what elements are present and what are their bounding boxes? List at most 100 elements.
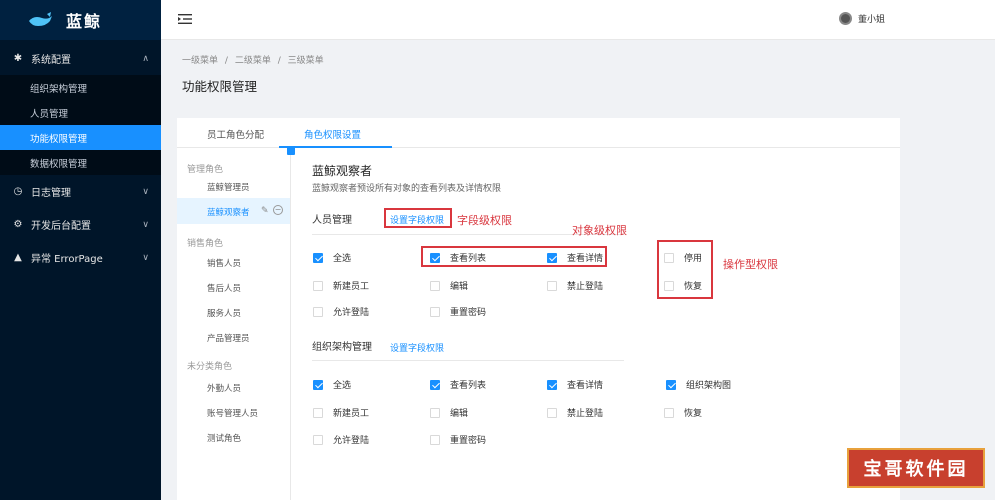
chevron-down-icon: ∨ — [142, 219, 149, 230]
perm-label: 编辑 — [450, 282, 469, 292]
breadcrumb-item[interactable]: 一级菜单 — [182, 56, 218, 66]
annotation-operation-level: 操作型权限 — [723, 258, 778, 271]
perm-restore[interactable]: 恢复 — [664, 406, 702, 419]
sidebar-item-org[interactable]: 组织架构管理 — [0, 75, 161, 100]
role-item[interactable]: 售后人员 — [207, 282, 241, 294]
role-item[interactable]: 服务人员 — [207, 307, 241, 319]
checkbox[interactable] — [430, 434, 440, 445]
avatar — [838, 12, 852, 25]
checkbox[interactable] — [313, 407, 323, 418]
top-header: 董小姐 — [161, 0, 995, 40]
perm-label: 新建员工 — [333, 282, 370, 292]
checkbox[interactable] — [313, 306, 323, 317]
role-item[interactable]: 账号管理人员 — [207, 407, 258, 419]
perm-new-employee[interactable]: 新建员工 — [313, 406, 369, 419]
sidebar-item-data-permission[interactable]: 数据权限管理 — [0, 150, 161, 175]
sidebar-item-function-permission[interactable]: 功能权限管理 — [0, 125, 161, 150]
breadcrumb-item[interactable]: 二级菜单 — [235, 56, 271, 66]
perm-view-list[interactable]: 查看列表 — [430, 378, 486, 391]
perm-edit[interactable]: 编辑 — [430, 279, 468, 292]
clock-icon: ◷ — [13, 186, 23, 197]
role-item[interactable]: 蓝鲸管理员 — [207, 181, 250, 193]
checkbox[interactable] — [430, 407, 440, 418]
username: 董小姐 — [857, 15, 885, 25]
perm-forbid-login[interactable]: 禁止登陆 — [547, 279, 603, 292]
annotation-box-operation — [657, 240, 713, 299]
checkbox-checked[interactable] — [547, 379, 557, 390]
role-category: 管理角色 — [187, 165, 224, 175]
perm-label: 组织架构图 — [686, 381, 732, 391]
perm-allow-login[interactable]: 允许登陆 — [313, 305, 369, 318]
perm-label: 全选 — [333, 254, 352, 264]
checkbox[interactable] — [313, 280, 323, 291]
sidebar: 蓝鲸 ✱ 系统配置 ∧ 组织架构管理 人员管理 功能权限管理 数据权限管理 ◷ … — [0, 0, 161, 500]
remove-icon[interactable]: − — [273, 205, 283, 215]
checkbox[interactable] — [664, 407, 674, 418]
checkbox-checked[interactable] — [313, 379, 323, 390]
role-item[interactable]: 销售人员 — [207, 257, 241, 269]
checkbox-checked[interactable] — [666, 379, 676, 390]
role-item-selected[interactable]: 蓝鲸观察者 ✎ − — [177, 198, 290, 224]
checkbox-checked[interactable] — [430, 379, 440, 390]
breadcrumb: 一级菜单 / 二级菜单 / 三级菜单 — [182, 53, 328, 66]
role-item[interactable]: 产品管理员 — [207, 332, 250, 344]
perm-reset-password[interactable]: 重置密码 — [430, 305, 486, 318]
perm-new-employee[interactable]: 新建员工 — [313, 279, 369, 292]
perm-label: 查看详情 — [567, 381, 604, 391]
perm-org-chart[interactable]: 组织架构图 — [666, 378, 731, 391]
tab-employee-role[interactable]: 员工角色分配 — [207, 127, 264, 141]
perm-allow-login[interactable]: 允许登陆 — [313, 433, 369, 446]
menu-dev-config[interactable]: ⚙ 开发后台配置 ∨ — [0, 208, 161, 241]
sidebar-item-label: 组织架构管理 — [30, 83, 88, 95]
breadcrumb-separator: / — [224, 56, 228, 66]
checkbox[interactable] — [430, 280, 440, 291]
perm-label: 允许登陆 — [333, 308, 370, 318]
perm-select-all[interactable]: 全选 — [313, 251, 351, 264]
checkbox[interactable] — [430, 306, 440, 317]
perm-select-all[interactable]: 全选 — [313, 378, 351, 391]
checkbox[interactable] — [547, 280, 557, 291]
tab-role-permission[interactable]: 角色权限设置 — [304, 127, 361, 141]
menu-label: 日志管理 — [31, 188, 71, 199]
edit-icon[interactable]: ✎ — [261, 206, 269, 216]
role-category: 未分类角色 — [187, 362, 233, 372]
sidebar-item-personnel[interactable]: 人员管理 — [0, 100, 161, 125]
role-description: 蓝鲸观察者预设所有对象的查看列表及详情权限 — [312, 184, 502, 194]
user-menu[interactable]: 董小姐 — [838, 12, 885, 25]
warning-icon: ▲ — [14, 252, 22, 263]
role-item[interactable]: 外勤人员 — [207, 382, 241, 394]
menu-log-management[interactable]: ◷ 日志管理 ∨ — [0, 175, 161, 208]
role-item-label: 蓝鲸观察者 — [207, 208, 250, 218]
content-card: 员工角色分配 角色权限设置 管理角色 蓝鲸管理员 蓝鲸观察者 ✎ − 销售角色 … — [177, 118, 900, 500]
chevron-up-icon: ∧ — [142, 53, 149, 64]
role-item[interactable]: 测试角色 — [207, 432, 241, 444]
sidebar-item-label: 人员管理 — [30, 108, 69, 120]
collapse-icon[interactable] — [287, 146, 295, 155]
role-list: 管理角色 蓝鲸管理员 蓝鲸观察者 ✎ − 销售角色 销售人员 售后人员 服务人员… — [177, 146, 295, 500]
menu-system-config[interactable]: ✱ 系统配置 ∧ — [0, 42, 161, 75]
breadcrumb-separator: / — [277, 56, 281, 66]
tab-bar: 员工角色分配 角色权限设置 — [177, 118, 900, 148]
page-title: 功能权限管理 — [182, 79, 258, 94]
perm-label: 重置密码 — [450, 308, 487, 318]
checkbox[interactable] — [547, 407, 557, 418]
checkbox-checked[interactable] — [313, 252, 323, 263]
perm-label: 重置密码 — [450, 436, 487, 446]
perm-view-detail[interactable]: 查看详情 — [547, 378, 603, 391]
perm-reset-password[interactable]: 重置密码 — [430, 433, 486, 446]
logo[interactable]: 蓝鲸 — [0, 0, 161, 40]
menu-error-page[interactable]: ▲ 异常 ErrorPage ∨ — [0, 241, 161, 274]
perm-label: 禁止登陆 — [567, 409, 604, 419]
perm-edit[interactable]: 编辑 — [430, 406, 468, 419]
role-category: 销售角色 — [187, 239, 224, 249]
checkbox[interactable] — [313, 434, 323, 445]
perm-label: 查看列表 — [450, 381, 487, 391]
section-title: 组织架构管理 — [312, 342, 372, 353]
annotation-box-object — [421, 246, 607, 267]
menu-fold-icon[interactable] — [178, 13, 192, 25]
perm-forbid-login[interactable]: 禁止登陆 — [547, 406, 603, 419]
perm-label: 允许登陆 — [333, 436, 370, 446]
tab-ink-bar — [279, 146, 392, 148]
field-permission-link[interactable]: 设置字段权限 — [390, 341, 444, 354]
perm-label: 禁止登陆 — [567, 282, 604, 292]
